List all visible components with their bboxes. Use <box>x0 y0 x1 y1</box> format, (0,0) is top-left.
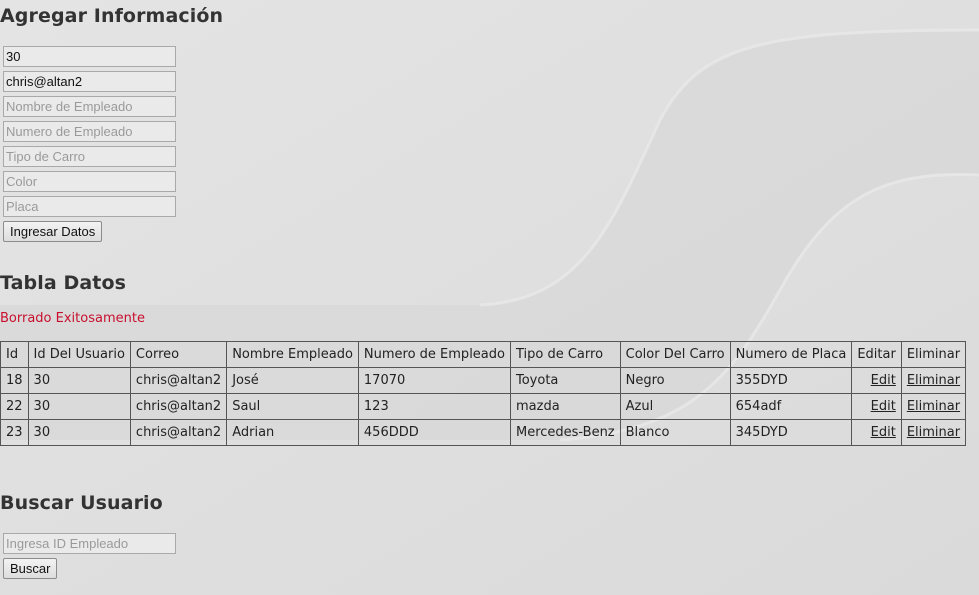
color-field[interactable] <box>3 171 176 192</box>
data-table-title: Tabla Datos <box>0 272 127 294</box>
column-header: Color Del Carro <box>619 341 731 368</box>
employee-number-cell: 456DDD <box>357 419 511 446</box>
edit-cell: Edit <box>851 367 902 394</box>
add-info-title: Agregar Información <box>0 5 224 27</box>
column-header: Id Del Usuario <box>27 341 131 368</box>
plate-cell: 355DYD <box>729 367 853 394</box>
employee-name-cell: José <box>226 367 359 394</box>
plate-field[interactable] <box>3 196 176 217</box>
employee-name-cell: Adrian <box>226 419 359 446</box>
search-button[interactable]: Buscar <box>3 558 58 579</box>
employee-name-field[interactable] <box>3 96 176 117</box>
employee-number-cell: 17070 <box>357 367 511 394</box>
email-field[interactable] <box>3 71 176 92</box>
email-cell: chris@altan2 <box>129 393 228 420</box>
delete-cell: Eliminar <box>900 367 967 394</box>
column-header: Editar <box>851 341 902 368</box>
column-header: Nombre Empleado <box>226 341 359 368</box>
id-cell: 18 <box>0 367 29 394</box>
search-employee-id-input[interactable] <box>3 533 176 554</box>
edit-link[interactable]: Edit <box>871 373 896 388</box>
user-id-cell: 30 <box>27 419 131 446</box>
delete-link[interactable]: Eliminar <box>907 399 960 414</box>
user-id-field[interactable] <box>3 46 176 67</box>
car-color-cell: Negro <box>619 367 731 394</box>
employee-number-field[interactable] <box>3 121 176 142</box>
column-header: Numero de Empleado <box>357 341 511 368</box>
submit-data-button[interactable]: Ingresar Datos <box>3 221 103 242</box>
column-header: Id <box>0 341 29 368</box>
table-row: 18 30 chris@altan2 José 17070 Toyota Negro 355D… <box>0 367 967 394</box>
user-id-cell: 30 <box>27 393 131 420</box>
user-id-cell: 30 <box>27 367 131 394</box>
column-header: Tipo de Carro <box>509 341 621 368</box>
table-header-row: Id Id Del Usuario Correo Nombre Empleado Num… <box>0 341 967 368</box>
delete-link[interactable]: Eliminar <box>907 373 960 388</box>
table-row: 23 30 chris@altan2 Adrian 456DDD Mercedes-Ben… <box>0 419 967 446</box>
status-message: Borrado Exitosamente <box>0 311 145 326</box>
edit-link[interactable]: Edit <box>871 399 896 414</box>
car-type-cell: Toyota <box>509 367 621 394</box>
employee-name-cell: Saul <box>226 393 359 420</box>
delete-cell: Eliminar <box>900 419 967 446</box>
column-header: Correo <box>129 341 228 368</box>
employee-number-cell: 123 <box>357 393 511 420</box>
edit-cell: Edit <box>851 393 902 420</box>
car-type-field[interactable] <box>3 146 176 167</box>
id-cell: 23 <box>0 419 29 446</box>
email-cell: chris@altan2 <box>129 367 228 394</box>
car-color-cell: Azul <box>619 393 731 420</box>
delete-cell: Eliminar <box>900 393 967 420</box>
data-table: Id Id Del Usuario Correo Nombre Empleado Num… <box>0 341 967 446</box>
id-cell: 22 <box>0 393 29 420</box>
plate-cell: 345DYD <box>729 419 853 446</box>
column-header: Eliminar <box>900 341 967 368</box>
car-type-cell: Mercedes-Benz <box>509 419 621 446</box>
search-title: Buscar Usuario <box>0 492 163 514</box>
column-header: Numero de Placa <box>729 341 853 368</box>
edit-cell: Edit <box>851 419 902 446</box>
car-color-cell: Blanco <box>619 419 731 446</box>
edit-link[interactable]: Edit <box>871 425 896 440</box>
email-cell: chris@altan2 <box>129 419 228 446</box>
plate-cell: 654adf <box>729 393 853 420</box>
table-row: 22 30 chris@altan2 Saul 123 mazda Azul 654adf Ed… <box>0 393 967 420</box>
car-type-cell: mazda <box>509 393 621 420</box>
delete-link[interactable]: Eliminar <box>907 425 960 440</box>
